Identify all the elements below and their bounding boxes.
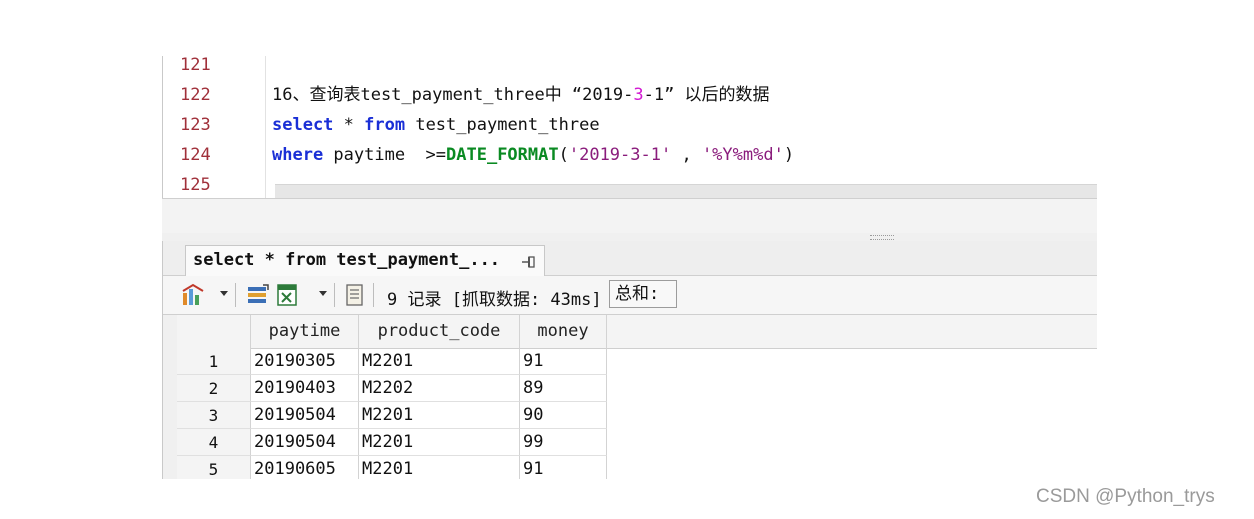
table-row[interactable]: 1 20190305 M2201 91 xyxy=(177,348,607,375)
pin-icon[interactable] xyxy=(520,253,538,271)
sql-client-window: 121 122 123 124 125 16、查询表test_payment_t… xyxy=(162,56,1097,479)
filter-icon[interactable] xyxy=(181,283,207,307)
line-number: 122 xyxy=(180,85,211,105)
chevron-down-icon[interactable] xyxy=(220,291,228,296)
code-text: ( xyxy=(558,145,569,165)
chevron-down-icon[interactable] xyxy=(319,291,327,296)
keyword-from: from xyxy=(364,115,406,135)
result-panel: select * from test_payment_... 9 记录 [抓取数… xyxy=(162,241,1097,479)
horizontal-scrollbar[interactable] xyxy=(275,184,1097,199)
cell-product-code[interactable]: M2201 xyxy=(359,348,520,375)
row-number[interactable]: 5 xyxy=(177,456,251,479)
cell-paytime[interactable]: 20190305 xyxy=(251,348,359,375)
sum-field: 总和: xyxy=(609,280,677,308)
column-header-paytime[interactable]: paytime xyxy=(251,315,359,348)
toolbar-separator xyxy=(235,283,236,307)
string-literal: '%Y%m%d' xyxy=(701,145,784,165)
script-icon[interactable] xyxy=(344,283,366,307)
row-number[interactable]: 2 xyxy=(177,375,251,402)
comment-text: -1” 以后的数据 xyxy=(643,85,770,105)
result-tab-label: select * from test_payment_... xyxy=(193,250,501,270)
column-icon[interactable] xyxy=(246,283,270,307)
toolbar-separator xyxy=(373,283,374,307)
export-excel-icon[interactable] xyxy=(276,283,300,307)
string-literal: '2019-3-1' xyxy=(568,145,672,165)
watermark-text: CSDN @Python_trys xyxy=(1036,486,1215,507)
cell-product-code[interactable]: M2202 xyxy=(359,375,520,402)
cell-money[interactable]: 99 xyxy=(520,429,607,456)
toolbar-separator xyxy=(334,283,335,307)
comment-text: 16、查询表test_payment_three中 “2019- xyxy=(272,85,634,105)
cell-money[interactable]: 90 xyxy=(520,402,607,429)
cell-product-code[interactable]: M2201 xyxy=(359,456,520,479)
result-tab[interactable]: select * from test_payment_... xyxy=(185,245,545,276)
line-number: 125 xyxy=(180,175,211,195)
sql-editor[interactable]: 121 122 123 124 125 16、查询表test_payment_t… xyxy=(162,56,1097,199)
keyword-where: where xyxy=(272,145,324,165)
result-toolbar: 9 记录 [抓取数据: 43ms] 总和: xyxy=(163,276,1097,315)
keyword-select: select xyxy=(272,115,334,135)
line-number: 123 xyxy=(180,115,211,135)
line-number: 121 xyxy=(180,56,211,75)
cell-paytime[interactable]: 20190605 xyxy=(251,456,359,479)
cell-product-code[interactable]: M2201 xyxy=(359,429,520,456)
splitter-grip-icon[interactable] xyxy=(870,235,894,240)
editor-status-area xyxy=(162,198,1097,234)
column-header-money[interactable]: money xyxy=(520,315,607,348)
code-text: * xyxy=(333,115,365,135)
line-number: 124 xyxy=(180,145,211,165)
cell-money[interactable]: 91 xyxy=(520,348,607,375)
line-gutter: 121 122 123 124 125 xyxy=(169,56,266,198)
table-row[interactable]: 4 20190504 M2201 99 xyxy=(177,429,607,456)
cell-paytime[interactable]: 20190504 xyxy=(251,429,359,456)
grid-header: paytime product_code money xyxy=(177,315,1097,349)
code-line-where[interactable]: where paytime >=DATE_FORMAT('2019-3-1' ,… xyxy=(272,140,794,170)
comment-highlight: 3 xyxy=(633,85,644,105)
row-number[interactable]: 1 xyxy=(177,348,251,375)
cell-money[interactable]: 91 xyxy=(520,456,607,479)
function-name: DATE_FORMAT xyxy=(446,145,559,165)
table-name: test_payment_three xyxy=(405,115,600,135)
result-tab-strip: select * from test_payment_... xyxy=(163,241,1097,276)
code-text: ) xyxy=(783,145,795,165)
cell-paytime[interactable]: 20190403 xyxy=(251,375,359,402)
table-row[interactable]: 2 20190403 M2202 89 xyxy=(177,375,607,402)
row-number[interactable]: 4 xyxy=(177,429,251,456)
row-number[interactable]: 3 xyxy=(177,402,251,429)
cell-product-code[interactable]: M2201 xyxy=(359,402,520,429)
code-line-comment[interactable]: 16、查询表test_payment_three中 “2019-3-1” 以后的… xyxy=(272,80,770,110)
record-count-info: 9 记录 [抓取数据: 43ms] xyxy=(387,290,602,310)
code-text: , xyxy=(671,145,702,165)
code-line-select[interactable]: select * from test_payment_three xyxy=(272,110,600,140)
row-number-header xyxy=(177,315,251,348)
column-header-product-code[interactable]: product_code xyxy=(359,315,520,348)
table-row[interactable]: 5 20190605 M2201 91 xyxy=(177,456,607,479)
code-text: paytime >= xyxy=(323,145,447,165)
result-grid[interactable]: paytime product_code money 1 20190305 M2… xyxy=(177,315,1097,479)
cell-paytime[interactable]: 20190504 xyxy=(251,402,359,429)
cell-money[interactable]: 89 xyxy=(520,375,607,402)
table-row[interactable]: 3 20190504 M2201 90 xyxy=(177,402,607,429)
panel-splitter[interactable] xyxy=(162,233,1097,241)
